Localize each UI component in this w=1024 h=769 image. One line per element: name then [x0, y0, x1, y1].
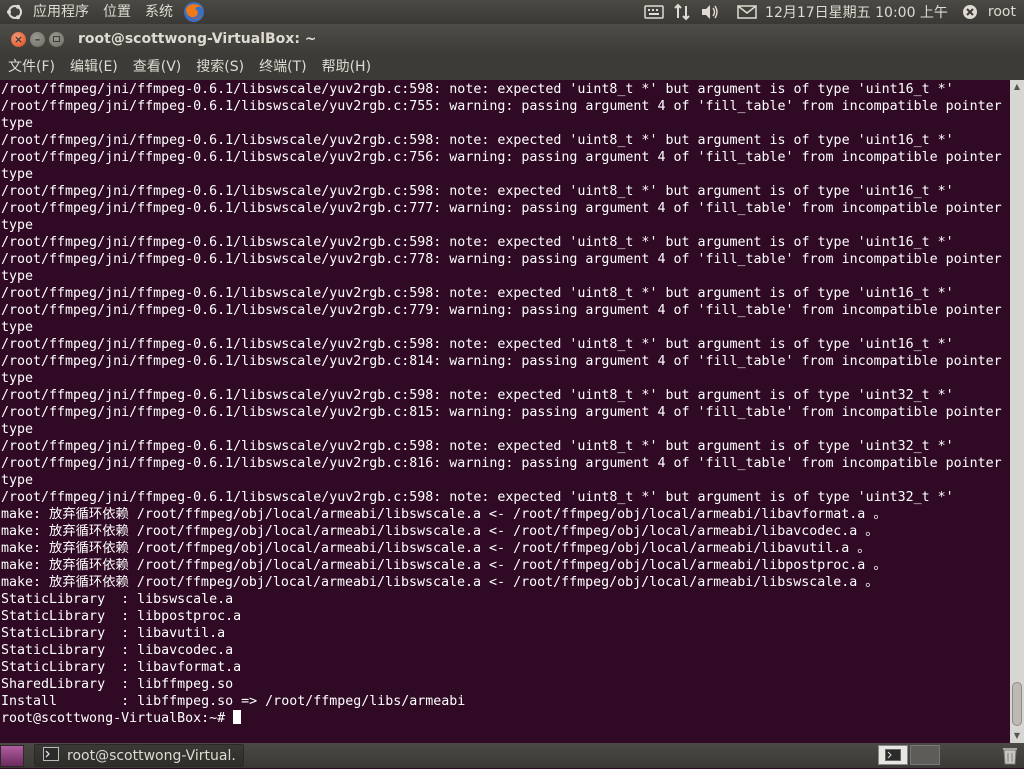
- volume-icon[interactable]: [699, 2, 721, 22]
- taskbar-terminal-button[interactable]: root@scottwong-Virtual...: [34, 744, 244, 767]
- maximize-icon: [53, 36, 60, 42]
- terminal-line: /root/ffmpeg/jni/ffmpeg-0.6.1/libswscale…: [1, 99, 1002, 114]
- terminal-line: make: 放弃循环依赖 /root/ffmpeg/obj/local/arme…: [1, 524, 879, 539]
- menu-view[interactable]: 查看(V): [125, 55, 189, 79]
- terminal-line: /root/ffmpeg/jni/ffmpeg-0.6.1/libswscale…: [1, 82, 954, 97]
- terminal-line: make: 放弃循环依赖 /root/ffmpeg/obj/local/arme…: [1, 558, 887, 573]
- trash-icon[interactable]: [1000, 745, 1020, 765]
- minimize-icon: –: [34, 32, 41, 46]
- terminal-line: type: [1, 371, 34, 386]
- terminal-icon: [43, 746, 59, 765]
- terminal-line: /root/ffmpeg/jni/ffmpeg-0.6.1/libswscale…: [1, 184, 954, 199]
- terminal-line: type: [1, 218, 34, 233]
- menu-applications[interactable]: 应用程序: [26, 0, 96, 24]
- keyboard-icon[interactable]: [643, 2, 665, 22]
- terminal-line: type: [1, 473, 34, 488]
- terminal-prompt: root@scottwong-VirtualBox:~#: [1, 711, 234, 726]
- terminal-line: /root/ffmpeg/jni/ffmpeg-0.6.1/libswscale…: [1, 303, 1002, 318]
- menu-edit[interactable]: 编辑(E): [62, 55, 125, 79]
- terminal-line: StaticLibrary : libavutil.a: [1, 626, 226, 641]
- terminal-line: /root/ffmpeg/jni/ffmpeg-0.6.1/libswscale…: [1, 490, 954, 505]
- close-icon: ×: [13, 32, 24, 46]
- terminal-output[interactable]: /root/ffmpeg/jni/ffmpeg-0.6.1/libswscale…: [0, 80, 1010, 743]
- terminal-line: type: [1, 269, 34, 284]
- menu-places[interactable]: 位置: [96, 0, 138, 24]
- terminal-prompt-line[interactable]: root@scottwong-VirtualBox:~#: [1, 710, 1010, 727]
- terminal-line: make: 放弃循环依赖 /root/ffmpeg/obj/local/arme…: [1, 541, 871, 556]
- close-button[interactable]: ×: [11, 31, 26, 47]
- terminal-line: /root/ffmpeg/jni/ffmpeg-0.6.1/libswscale…: [1, 337, 954, 352]
- window-title: root@scottwong-VirtualBox: ~: [78, 31, 317, 47]
- terminal-line: type: [1, 422, 34, 437]
- terminal-line: /root/ffmpeg/jni/ffmpeg-0.6.1/libswscale…: [1, 405, 1002, 420]
- firefox-icon[interactable]: [182, 0, 206, 24]
- menu-system[interactable]: 系统: [138, 0, 180, 24]
- terminal-cursor: [233, 710, 242, 724]
- terminal-line: /root/ffmpeg/jni/ffmpeg-0.6.1/libswscale…: [1, 150, 1002, 165]
- system-tray: 12月17日星期五 10:00 上午 root: [640, 0, 1024, 24]
- terminal-line: StaticLibrary : libavformat.a: [1, 660, 242, 675]
- workspace-2[interactable]: [910, 745, 940, 765]
- menu-search[interactable]: 搜索(S): [188, 55, 251, 79]
- terminal-line: /root/ffmpeg/jni/ffmpeg-0.6.1/libswscale…: [1, 133, 954, 148]
- terminal-line: /root/ffmpeg/jni/ffmpeg-0.6.1/libswscale…: [1, 286, 954, 301]
- top-panel: 应用程序 位置 系统 12月17日星期五 10:00 上午 root: [0, 0, 1024, 24]
- window-titlebar[interactable]: × – root@scottwong-VirtualBox: ~: [0, 24, 1024, 54]
- menubar: 文件(F) 编辑(E) 查看(V) 搜索(S) 终端(T) 帮助(H): [0, 54, 1024, 80]
- maximize-button[interactable]: [49, 31, 64, 47]
- terminal-line: type: [1, 116, 34, 131]
- terminal-line: /root/ffmpeg/jni/ffmpeg-0.6.1/libswscale…: [1, 354, 1002, 369]
- ubuntu-logo-icon[interactable]: [4, 1, 26, 23]
- network-icon[interactable]: [671, 2, 693, 22]
- show-desktop-icon[interactable]: [0, 744, 24, 767]
- terminal-line: StaticLibrary : libavcodec.a: [1, 643, 234, 658]
- terminal-line: /root/ffmpeg/jni/ffmpeg-0.6.1/libswscale…: [1, 439, 954, 454]
- terminal-line: make: 放弃循环依赖 /root/ffmpeg/obj/local/arme…: [1, 507, 887, 522]
- terminal-line: /root/ffmpeg/jni/ffmpeg-0.6.1/libswscale…: [1, 235, 954, 250]
- terminal-line: /root/ffmpeg/jni/ffmpeg-0.6.1/libswscale…: [1, 252, 1002, 267]
- mail-icon[interactable]: [736, 2, 758, 22]
- scrollbar-thumb[interactable]: [1012, 682, 1022, 726]
- terminal-line: Install : libffmpeg.so => /root/ffmpeg/l…: [1, 694, 466, 709]
- scroll-up-icon[interactable]: ▲: [1010, 80, 1024, 94]
- taskbar-terminal-label: root@scottwong-Virtual...: [67, 747, 235, 764]
- menu-file[interactable]: 文件(F): [0, 55, 62, 79]
- clock[interactable]: 12月17日星期五 10:00 上午: [761, 2, 956, 22]
- terminal-scrollbar[interactable]: ▲ ▼: [1010, 80, 1024, 743]
- terminal-line: SharedLibrary : libffmpeg.so: [1, 677, 234, 692]
- menu-terminal[interactable]: 终端(T): [251, 55, 313, 79]
- session-icon[interactable]: [959, 2, 981, 22]
- terminal-line: type: [1, 167, 34, 182]
- minimize-button[interactable]: –: [30, 31, 45, 47]
- scroll-down-icon[interactable]: ▼: [1010, 729, 1024, 743]
- terminal-line: make: 放弃循环依赖 /root/ffmpeg/obj/local/arme…: [1, 575, 879, 590]
- terminal-line: type: [1, 320, 34, 335]
- terminal-line: StaticLibrary : libpostproc.a: [1, 609, 242, 624]
- user-name[interactable]: root: [984, 4, 1024, 20]
- terminal-line: StaticLibrary : libswscale.a: [1, 592, 234, 607]
- bottom-panel: root@scottwong-Virtual...: [0, 743, 1024, 768]
- workspace-1[interactable]: [878, 745, 908, 765]
- terminal-line: /root/ffmpeg/jni/ffmpeg-0.6.1/libswscale…: [1, 388, 954, 403]
- terminal-line: /root/ffmpeg/jni/ffmpeg-0.6.1/libswscale…: [1, 456, 1002, 471]
- terminal-line: /root/ffmpeg/jni/ffmpeg-0.6.1/libswscale…: [1, 201, 1002, 216]
- menu-help[interactable]: 帮助(H): [314, 55, 378, 79]
